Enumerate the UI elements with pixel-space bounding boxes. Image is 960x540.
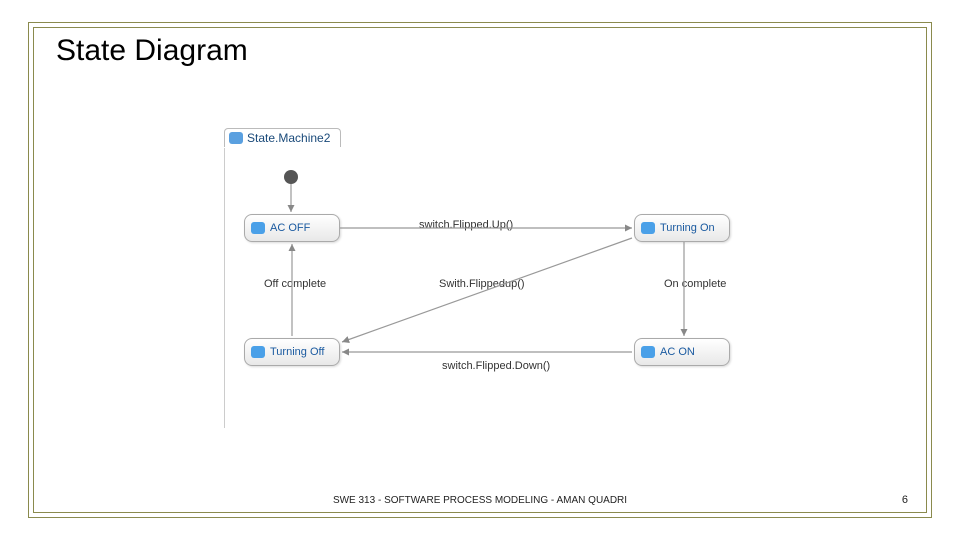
- statemachine-icon: [229, 132, 243, 144]
- page-number: 6: [902, 494, 908, 506]
- slide-title: State Diagram: [56, 34, 248, 68]
- state-label: Turning On: [660, 222, 715, 234]
- transition-off-complete: Off complete: [264, 278, 326, 290]
- transition-swith-flippedup: Swith.Flippedup(): [439, 278, 525, 290]
- state-label: AC OFF: [270, 222, 310, 234]
- state-diagram: State.Machine2 AC OFF Turning On Turning…: [224, 128, 784, 428]
- transition-switch-flipped-up: switch.Flipped.Up(): [419, 219, 513, 231]
- state-label: Turning Off: [270, 346, 324, 358]
- state-turning-off: Turning Off: [244, 338, 340, 366]
- state-ac-on: AC ON: [634, 338, 730, 366]
- slide-inner-frame: State Diagram State.Machine2 AC OFF Turn…: [33, 27, 927, 513]
- state-icon: [641, 346, 655, 358]
- statemachine-label: State.Machine2: [247, 131, 330, 145]
- state-ac-off: AC OFF: [244, 214, 340, 242]
- state-icon: [641, 222, 655, 234]
- transition-on-complete: On complete: [664, 278, 726, 290]
- state-turning-on: Turning On: [634, 214, 730, 242]
- slide-outer-frame: State Diagram State.Machine2 AC OFF Turn…: [28, 22, 932, 518]
- state-icon: [251, 222, 265, 234]
- slide-footer: SWE 313 - SOFTWARE PROCESS MODELING - AM…: [34, 495, 926, 506]
- state-icon: [251, 346, 265, 358]
- state-label: AC ON: [660, 346, 695, 358]
- statemachine-tab: State.Machine2: [224, 128, 341, 147]
- initial-state-node: [284, 170, 298, 184]
- transition-switch-flipped-down: switch.Flipped.Down(): [442, 360, 550, 372]
